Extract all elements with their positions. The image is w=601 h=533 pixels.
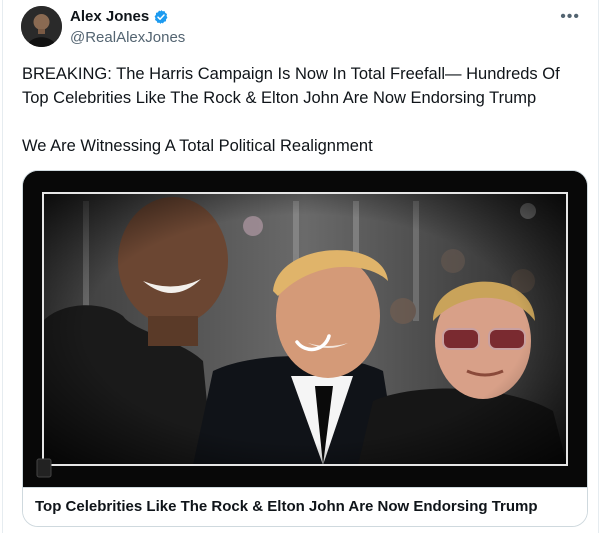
tweet-paragraph: BREAKING: The Harris Campaign Is Now In … [22, 65, 560, 107]
author-handle[interactable]: @RealAlexJones [70, 29, 185, 46]
loading-spinner-icon [295, 334, 331, 352]
author-name-row: Alex Jones [70, 8, 169, 25]
author-name[interactable]: Alex Jones [70, 8, 149, 25]
avatar-image [21, 6, 62, 47]
card-caption[interactable]: Top Celebrities Like The Rock & Elton Jo… [23, 487, 587, 526]
card-title: Top Celebrities Like The Rock & Elton Jo… [35, 498, 538, 515]
tweet-container: Alex Jones @RealAlexJones ••• BREAKING: … [2, 0, 599, 533]
more-options-button[interactable]: ••• [560, 8, 580, 26]
tweet-paragraph: We Are Witnessing A Total Political Real… [22, 137, 373, 155]
tweet-text: BREAKING: The Harris Campaign Is Now In … [22, 62, 587, 158]
avatar[interactable] [21, 6, 62, 47]
verified-badge-icon [153, 9, 169, 25]
